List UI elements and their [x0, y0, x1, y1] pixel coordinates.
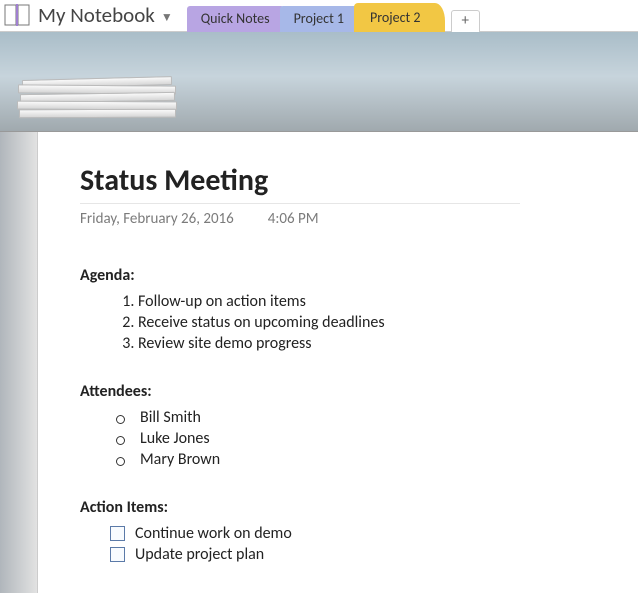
- tab-project-1[interactable]: Project 1: [280, 6, 358, 32]
- paper-stack-image: [14, 78, 184, 128]
- list-item[interactable]: Mary Brown: [116, 449, 608, 470]
- section-tabs: Quick Notes Project 1 Project 2 +: [187, 0, 480, 31]
- action-item-row[interactable]: Continue work on demo: [110, 523, 608, 544]
- agenda-list[interactable]: Follow-up on action items Receive status…: [138, 291, 608, 354]
- action-items-list[interactable]: Continue work on demo Update project pla…: [110, 523, 608, 565]
- page-time[interactable]: 4:06 PM: [268, 210, 319, 228]
- list-item[interactable]: Review site demo progress: [138, 333, 608, 354]
- list-item[interactable]: Follow-up on action items: [138, 291, 608, 312]
- page-meta: Friday, February 26, 2016 4:06 PM: [80, 203, 520, 234]
- list-item[interactable]: Luke Jones: [116, 428, 608, 449]
- checkbox-icon[interactable]: [110, 526, 125, 541]
- checkbox-icon[interactable]: [110, 547, 125, 562]
- attendees-heading[interactable]: Attendees:: [80, 382, 608, 401]
- action-item-label[interactable]: Update project plan: [135, 545, 264, 564]
- action-items-heading[interactable]: Action Items:: [80, 498, 608, 517]
- note-page[interactable]: Status Meeting Friday, February 26, 2016…: [38, 132, 638, 593]
- tab-quick-notes[interactable]: Quick Notes: [187, 6, 284, 32]
- tab-project-2[interactable]: Project 2: [354, 3, 444, 32]
- notebook-title: My Notebook: [38, 2, 155, 28]
- page-title[interactable]: Status Meeting: [80, 162, 608, 199]
- add-section-button[interactable]: +: [451, 10, 480, 32]
- agenda-heading[interactable]: Agenda:: [80, 266, 608, 285]
- page-date[interactable]: Friday, February 26, 2016: [80, 210, 234, 228]
- list-item[interactable]: Bill Smith: [116, 407, 608, 428]
- action-item-row[interactable]: Update project plan: [110, 544, 608, 565]
- attendees-list[interactable]: Bill Smith Luke Jones Mary Brown: [116, 407, 608, 470]
- content-area: Status Meeting Friday, February 26, 2016…: [0, 132, 638, 593]
- action-item-label[interactable]: Continue work on demo: [135, 524, 292, 543]
- notebook-icon: [4, 4, 32, 26]
- left-gutter: [0, 132, 38, 593]
- list-item[interactable]: Receive status on upcoming deadlines: [138, 312, 608, 333]
- top-bar: My Notebook ▼ Quick Notes Project 1 Proj…: [0, 0, 638, 32]
- section-banner: [0, 32, 638, 132]
- notebook-picker[interactable]: My Notebook ▼: [0, 0, 181, 31]
- chevron-down-icon: ▼: [161, 10, 173, 25]
